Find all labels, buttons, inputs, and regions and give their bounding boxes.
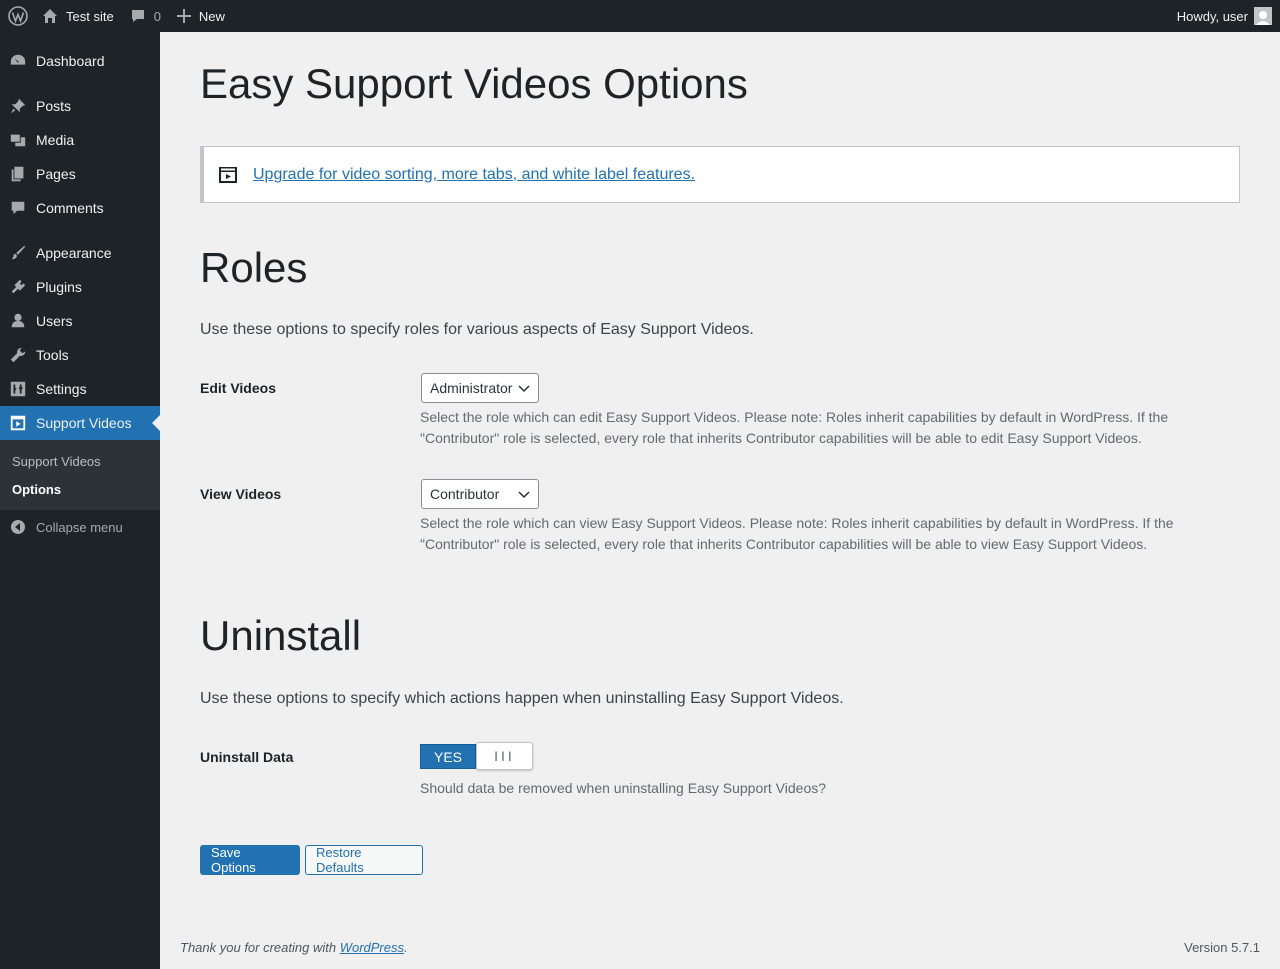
- new-content-link[interactable]: New: [169, 0, 233, 32]
- view-videos-select[interactable]: Contributor: [421, 479, 539, 509]
- menu-item-support-videos[interactable]: Support Videos: [0, 406, 160, 440]
- menu-item-users[interactable]: Users: [0, 304, 160, 338]
- view-videos-selected: Contributor: [430, 486, 500, 502]
- menu-label: Media: [36, 132, 75, 148]
- view-videos-help: Select the role which can view Easy Supp…: [420, 515, 1174, 552]
- upgrade-link[interactable]: Upgrade for video sorting, more tabs, an…: [253, 166, 695, 184]
- site-name: Test site: [66, 8, 114, 24]
- menu-item-dashboard[interactable]: Dashboard: [0, 44, 160, 78]
- menu-item-media[interactable]: Media: [0, 123, 160, 157]
- menu-label: Tools: [36, 347, 69, 363]
- edit-videos-selected: Administrator: [430, 380, 513, 396]
- collapse-menu-button[interactable]: Collapse menu: [0, 510, 160, 544]
- menu-label: Users: [36, 313, 73, 329]
- wrench-icon: [0, 346, 36, 364]
- version-text: Version 5.7.1: [1184, 940, 1260, 955]
- menu-label: Pages: [36, 166, 76, 182]
- account-menu[interactable]: Howdy, user: [1169, 0, 1280, 32]
- brush-icon: [0, 244, 36, 262]
- footer-thanks: Thank you for creating with WordPress.: [180, 940, 408, 955]
- uninstall-data-help: Should data be removed when uninstalling…: [420, 780, 827, 796]
- menu-item-tools[interactable]: Tools: [0, 338, 160, 372]
- dashboard-icon: [0, 52, 36, 70]
- support-videos-submenu: Support Videos Options: [0, 440, 160, 510]
- edit-videos-select[interactable]: Administrator: [421, 373, 539, 403]
- menu-label: Dashboard: [36, 53, 105, 69]
- comment-icon: [131, 10, 144, 22]
- roles-heading: Roles: [200, 244, 308, 291]
- wordpress-link[interactable]: WordPress: [340, 940, 404, 955]
- menu-label: Comments: [36, 200, 104, 216]
- view-videos-label: View Videos: [200, 486, 282, 502]
- roles-description: Use these options to specify roles for v…: [200, 321, 754, 338]
- wordpress-logo-icon[interactable]: [0, 0, 36, 32]
- avatar: [1254, 7, 1272, 25]
- new-label: New: [198, 8, 225, 24]
- menu-label: Posts: [36, 98, 72, 114]
- uninstall-data-toggle[interactable]: YES III: [420, 742, 533, 770]
- home-icon: [43, 9, 57, 23]
- admin-bar: Test site 0 New Howdy, user: [0, 0, 1280, 32]
- collapse-arrow-icon: [0, 519, 36, 535]
- menu-label: Support Videos: [36, 415, 132, 431]
- menu-item-appearance[interactable]: Appearance: [0, 236, 160, 270]
- footer: Thank you for creating with WordPress. V…: [180, 940, 1260, 955]
- submenu-item-support-videos[interactable]: Support Videos: [0, 447, 160, 475]
- menu-label: Settings: [36, 381, 87, 397]
- upgrade-notice: Upgrade for video sorting, more tabs, an…: [200, 146, 1240, 203]
- uninstall-data-label: Uninstall Data: [200, 749, 294, 765]
- plus-icon: [176, 9, 191, 23]
- page-title: Easy Support Videos Options: [200, 60, 748, 107]
- toggle-handle[interactable]: III: [476, 742, 533, 770]
- chevron-down-icon: [518, 385, 530, 393]
- toggle-on-label: YES: [420, 744, 476, 769]
- pages-icon: [0, 165, 36, 183]
- menu-item-plugins[interactable]: Plugins: [0, 270, 160, 304]
- restore-defaults-button[interactable]: Restore Defaults: [305, 845, 423, 875]
- comment-icon: [0, 199, 36, 217]
- plugin-icon: [0, 278, 36, 296]
- menu-label: Plugins: [36, 279, 82, 295]
- comments-link[interactable]: 0: [122, 0, 169, 32]
- menu-label: Appearance: [36, 245, 112, 261]
- comments-count: 0: [153, 8, 161, 24]
- uninstall-heading: Uninstall: [200, 612, 362, 659]
- save-options-button[interactable]: Save Options: [200, 845, 300, 875]
- footer-thanks-suffix: .: [404, 940, 408, 955]
- settings-icon: [0, 380, 36, 398]
- footer-thanks-prefix: Thank you for creating with: [180, 940, 340, 955]
- menu-item-comments[interactable]: Comments: [0, 191, 160, 225]
- media-icon: [0, 131, 36, 149]
- user-icon: [0, 312, 36, 330]
- edit-videos-help: Select the role which can edit Easy Supp…: [420, 409, 1169, 446]
- submenu-item-options[interactable]: Options: [0, 475, 160, 503]
- uninstall-description: Use these options to specify which actio…: [200, 690, 844, 707]
- admin-menu: Dashboard Posts Media Pages Comments App…: [0, 32, 160, 969]
- collapse-label: Collapse menu: [36, 519, 123, 535]
- menu-item-settings[interactable]: Settings: [0, 372, 160, 406]
- video-icon: [0, 414, 36, 432]
- menu-item-pages[interactable]: Pages: [0, 157, 160, 191]
- pin-icon: [0, 97, 36, 115]
- video-icon: [219, 166, 237, 183]
- edit-videos-label: Edit Videos: [200, 380, 276, 396]
- menu-item-posts[interactable]: Posts: [0, 89, 160, 123]
- chevron-down-icon: [518, 491, 530, 499]
- greeting: Howdy, user: [1176, 8, 1248, 24]
- site-name-link[interactable]: Test site: [36, 0, 122, 32]
